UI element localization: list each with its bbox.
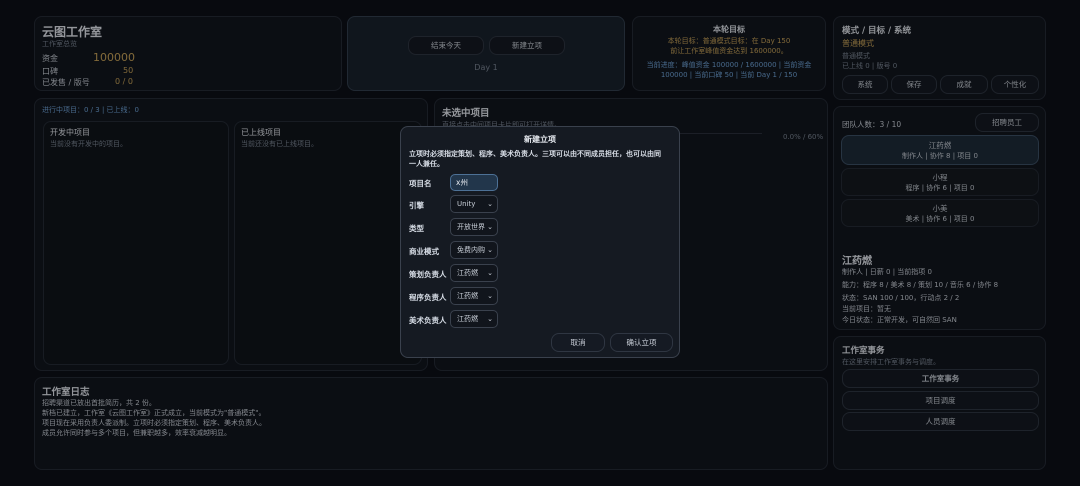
confirm-project-button[interactable]: 确认立项 [610,333,673,352]
business-model-value: 免费内购 [457,246,485,254]
chevron-down-icon: ⌄ [487,315,493,323]
engine-label: 引擎 [409,201,424,210]
genre-select[interactable]: 开放世界 ⌄ [450,218,498,236]
engine-select[interactable]: Unity ⌄ [450,195,498,213]
program-lead-label: 程序负责人 [409,293,447,302]
genre-label: 类型 [409,224,424,233]
new-project-dialog: 新建立项 立项时必须指定策划、程序、美术负责人。三项可以由不同成员担任，也可以由… [400,126,680,358]
chevron-down-icon: ⌄ [487,223,493,231]
art-lead-value: 江药燃 [457,315,478,323]
project-name-input[interactable] [450,174,498,191]
art-lead-select[interactable]: 江药燃 ⌄ [450,310,498,328]
program-lead-value: 江药燃 [457,292,478,300]
design-lead-select[interactable]: 江药燃 ⌄ [450,264,498,282]
project-name-label: 项目名 [409,179,432,188]
dialog-title: 新建立项 [524,135,556,144]
dialog-desc-2: 一人兼任。 [409,160,444,168]
design-lead-label: 策划负责人 [409,270,447,279]
dialog-desc-1: 立项时必须指定策划、程序、美术负责人。三项可以由不同成员担任，也可以由同 [409,150,661,158]
business-model-label: 商业模式 [409,247,439,256]
cancel-button[interactable]: 取消 [551,333,605,352]
business-model-select[interactable]: 免费内购 ⌄ [450,241,498,259]
chevron-down-icon: ⌄ [487,200,493,208]
program-lead-select[interactable]: 江药燃 ⌄ [450,287,498,305]
chevron-down-icon: ⌄ [487,269,493,277]
genre-value: 开放世界 [457,223,485,231]
design-lead-value: 江药燃 [457,269,478,277]
art-lead-label: 美术负责人 [409,316,447,325]
chevron-down-icon: ⌄ [487,292,493,300]
chevron-down-icon: ⌄ [487,246,493,254]
engine-value: Unity [457,200,476,208]
